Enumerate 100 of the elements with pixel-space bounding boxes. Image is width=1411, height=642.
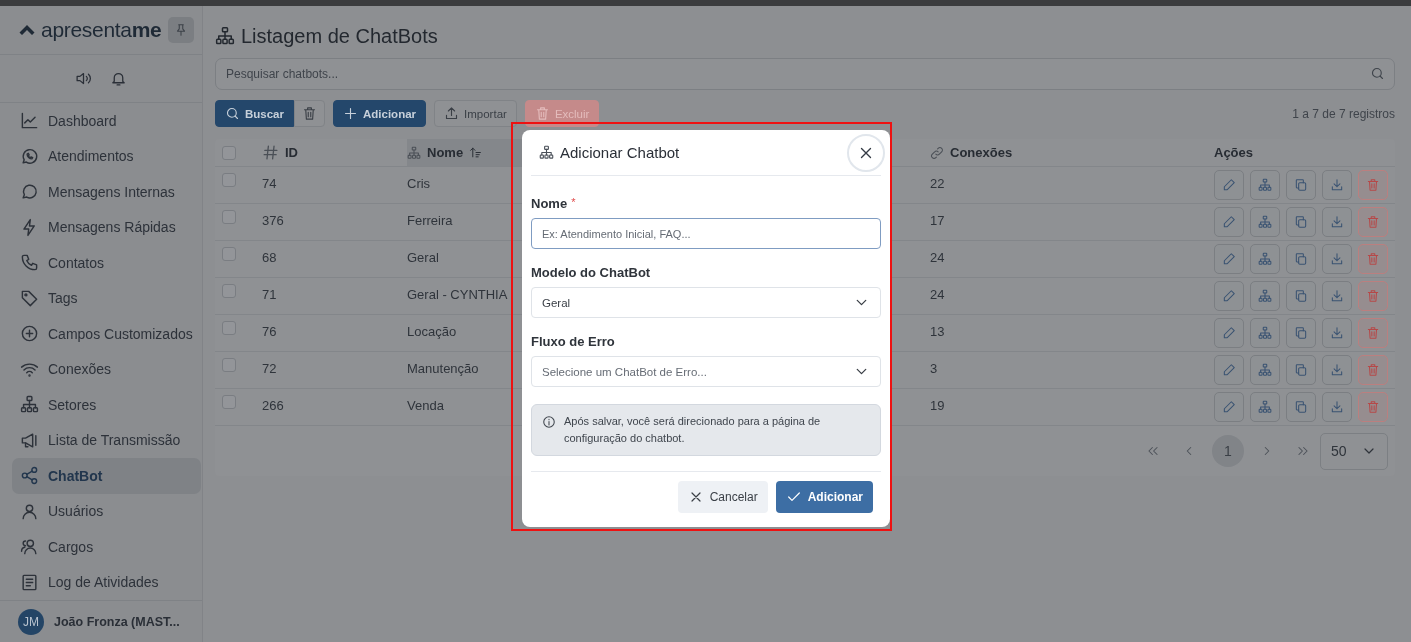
trash-icon: [1366, 289, 1380, 303]
duplicate-button[interactable]: [1286, 318, 1316, 348]
checkbox[interactable]: [222, 210, 236, 224]
sidebar-item[interactable]: Setores: [12, 387, 201, 423]
duplicate-button[interactable]: [1286, 392, 1316, 422]
export-button[interactable]: [1322, 244, 1352, 274]
info-text: Após salvar, você será direcionado para a página de configuração do chatbot.: [564, 414, 822, 447]
duplicate-button[interactable]: [1286, 281, 1316, 311]
bell-icon: [110, 70, 127, 87]
field-label: Nome: [531, 196, 568, 211]
edit-button[interactable]: [1214, 318, 1244, 348]
export-button[interactable]: [1322, 318, 1352, 348]
sidebar-item[interactable]: Cargos: [12, 529, 201, 565]
edit-button[interactable]: [1214, 207, 1244, 237]
sidebar-item[interactable]: Campos Customizados: [12, 316, 201, 352]
phone-icon: [20, 253, 39, 273]
checkbox[interactable]: [222, 358, 236, 372]
copy-icon: [1294, 400, 1308, 414]
input-field[interactable]: Ex: Atendimento Inicial, FAQ...: [531, 218, 881, 249]
hierarchy-icon: [1258, 215, 1272, 229]
trash-icon: [1366, 400, 1380, 414]
copy-icon: [1294, 363, 1308, 377]
notification-button[interactable]: [110, 70, 127, 87]
flow-button[interactable]: [1250, 207, 1280, 237]
edit-button[interactable]: [1214, 355, 1244, 385]
duplicate-button[interactable]: [1286, 355, 1316, 385]
checkbox[interactable]: [222, 173, 236, 187]
delete-button[interactable]: [1358, 207, 1388, 237]
table-cell: Ferreira: [407, 213, 453, 228]
download-icon: [1330, 215, 1344, 229]
flow-button[interactable]: [1250, 392, 1280, 422]
sidebar-item[interactable]: Lista de Transmissão: [12, 422, 201, 458]
checkbox[interactable]: [222, 321, 236, 335]
select-field[interactable]: Geral: [531, 287, 881, 318]
checkbox[interactable]: [222, 145, 236, 160]
copy-icon: [1294, 252, 1308, 266]
sound-button[interactable]: [75, 70, 92, 87]
sidebar-item[interactable]: Usuários: [12, 493, 201, 529]
hierarchy-icon: [1258, 178, 1272, 192]
flow-button[interactable]: [1250, 355, 1280, 385]
delete-button[interactable]: [1358, 170, 1388, 200]
trash-icon: [302, 106, 317, 121]
duplicate-button[interactable]: [1286, 170, 1316, 200]
close-button[interactable]: [847, 133, 885, 172]
confirm-button[interactable]: Adicionar: [775, 480, 873, 513]
delete-button[interactable]: [1358, 392, 1388, 422]
last-page-icon[interactable]: [1296, 444, 1310, 458]
flow-button[interactable]: [1250, 318, 1280, 348]
list-icon: [20, 572, 39, 592]
sidebar-item[interactable]: ChatBot: [12, 458, 201, 494]
edit-button[interactable]: [1214, 281, 1244, 311]
sidebar-item[interactable]: Contatos: [12, 245, 201, 281]
export-button[interactable]: [1322, 392, 1352, 422]
checkbox[interactable]: [222, 247, 236, 261]
column-header[interactable]: Ações: [1214, 139, 1395, 166]
export-button[interactable]: [1322, 207, 1352, 237]
column-header[interactable]: Conexões: [930, 139, 1214, 166]
edit-button[interactable]: [1214, 244, 1244, 274]
select-field[interactable]: Selecione um ChatBot de Erro...: [531, 356, 881, 387]
delete-button[interactable]: [1358, 281, 1388, 311]
sidebar-item[interactable]: Atendimentos: [12, 138, 201, 174]
clear-button[interactable]: [294, 100, 325, 127]
sidebar-item[interactable]: Tags: [12, 280, 201, 316]
dialog-title: Adicionar Chatbot: [560, 144, 681, 161]
table-cell: 24: [930, 250, 945, 265]
column-header[interactable]: ID: [262, 139, 407, 166]
trash-icon: [534, 106, 550, 121]
add-button[interactable]: Adicionar: [333, 100, 427, 127]
export-button[interactable]: [1322, 281, 1352, 311]
import-button[interactable]: Importar: [434, 100, 517, 127]
table-cell: Cris: [407, 176, 431, 191]
edit-button[interactable]: [1214, 392, 1244, 422]
pencil-icon: [1222, 289, 1236, 303]
edit-button[interactable]: [1214, 170, 1244, 200]
cancel-button[interactable]: Cancelar: [677, 480, 768, 513]
hierarchy-icon: [407, 145, 421, 160]
sidebar-item[interactable]: Mensagens Rápidas: [12, 209, 201, 245]
delete-button[interactable]: [1358, 318, 1388, 348]
export-button[interactable]: [1322, 170, 1352, 200]
checkbox[interactable]: [222, 284, 236, 298]
sidebar-item[interactable]: Mensagens Internas: [12, 174, 201, 210]
sidebar-item[interactable]: Conexões: [12, 351, 201, 387]
pin-button[interactable]: [168, 17, 194, 43]
export-button[interactable]: [1322, 355, 1352, 385]
flow-button[interactable]: [1250, 281, 1280, 311]
flow-button[interactable]: [1250, 170, 1280, 200]
duplicate-button[interactable]: [1286, 244, 1316, 274]
duplicate-button[interactable]: [1286, 207, 1316, 237]
flow-button[interactable]: [1250, 244, 1280, 274]
first-page-icon[interactable]: [1146, 444, 1160, 458]
search-field[interactable]: Pesquisar chatbots...: [215, 58, 1395, 90]
checkbox[interactable]: [222, 395, 236, 409]
page-size-select[interactable]: 50: [1320, 432, 1388, 470]
delete-button[interactable]: [1358, 244, 1388, 274]
sidebar-item[interactable]: Log de Atividades: [12, 564, 201, 600]
delete-button[interactable]: [1358, 355, 1388, 385]
table-cell: 3: [930, 361, 938, 376]
search-button[interactable]: Buscar: [215, 100, 294, 127]
page-button[interactable]: 1: [1212, 435, 1244, 467]
sidebar-item[interactable]: Dashboard: [12, 103, 201, 139]
